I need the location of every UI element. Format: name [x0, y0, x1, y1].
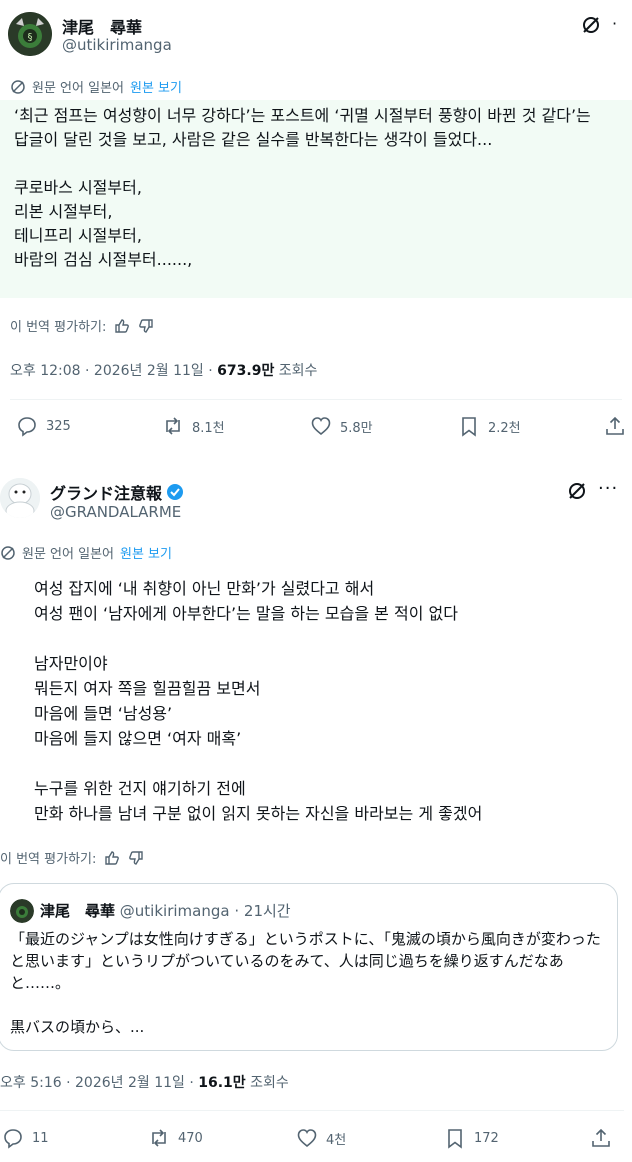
- reply-count: 11: [32, 1130, 49, 1146]
- views-label: 조회수: [245, 1075, 289, 1091]
- bookmark-count: 2.2천: [488, 420, 521, 436]
- thumbs-up-icon[interactable]: [104, 850, 120, 866]
- share-icon[interactable]: [604, 415, 626, 441]
- bookmark-icon: [462, 417, 476, 437]
- retweet-button[interactable]: 8.1천: [162, 415, 225, 437]
- timestamp[interactable]: 오후 5:16 · 2026년 2월 11일 ·: [0, 1075, 198, 1091]
- verified-badge-icon: [167, 484, 184, 500]
- like-count: 4천: [326, 1132, 347, 1148]
- views-label: 조회수: [274, 363, 318, 379]
- retweet-count: 470: [178, 1130, 203, 1146]
- grok-icon[interactable]: [580, 14, 602, 40]
- tweet-body: ‘최근 점프는 여성향이 너무 강하다’는 포스트에 ‘귀멸 시절부터 풍향이 …: [14, 106, 591, 269]
- rate-translation: 이 번역 평가하기:: [10, 316, 154, 335]
- thumbs-up-icon[interactable]: [114, 318, 130, 334]
- more-options-icon[interactable]: ···: [598, 478, 618, 499]
- retweet-count: 8.1천: [192, 420, 225, 436]
- view-original-link[interactable]: 원본 보기: [120, 543, 172, 562]
- translation-label: 원문 언어 일본어: [32, 81, 124, 96]
- retweet-button[interactable]: 470: [148, 1127, 203, 1149]
- quoted-author-handle: @utikirimanga: [119, 902, 230, 920]
- divider: [10, 399, 622, 400]
- author-name[interactable]: 津尾 尋華: [62, 14, 142, 38]
- svg-text:§: §: [28, 32, 33, 43]
- rate-translation-label: 이 번역 평가하기:: [0, 852, 97, 867]
- quoted-author-name: 津尾 尋華: [40, 902, 116, 920]
- translation-note: 원문 언어 일본어 원본 보기: [0, 543, 172, 562]
- share-icon[interactable]: [590, 1127, 612, 1153]
- author-name[interactable]: グランド注意報: [50, 480, 184, 504]
- translate-icon: [1, 545, 15, 560]
- reply-button[interactable]: 325: [16, 415, 71, 437]
- tweet-body: 여성 잡지에 ‘내 취향이 아닌 만화’가 실렸다고 해서 여성 팬이 ‘남자에…: [34, 579, 483, 823]
- retweet-icon: [152, 1129, 166, 1147]
- bookmark-button[interactable]: 172: [444, 1127, 499, 1149]
- quoted-tweet-text: 「最近のジャンプは女性向けすぎる」というポストに、「鬼滅の頃から風向きが変わった…: [10, 930, 601, 1036]
- avatar[interactable]: [0, 478, 40, 518]
- author-name-text[interactable]: グランド注意報: [50, 480, 162, 504]
- like-count: 5.8만: [340, 420, 373, 436]
- quoted-time: · 21시간: [234, 902, 291, 920]
- reply-icon: [18, 417, 36, 437]
- more-options-icon[interactable]: ·: [612, 14, 617, 33]
- view-count: 673.9만: [217, 363, 275, 379]
- rate-translation-label: 이 번역 평가하기:: [10, 320, 107, 335]
- avatar: [10, 899, 34, 923]
- tweet-meta: 오후 12:08 · 2026년 2월 11일 · 673.9만 조회수: [10, 360, 317, 380]
- translation-note: 원문 언어 일본어 원본 보기: [10, 77, 182, 96]
- thumbs-down-icon[interactable]: [138, 318, 154, 334]
- translation-label: 원문 언어 일본어: [22, 547, 114, 562]
- author-handle[interactable]: @utikirimanga: [62, 36, 172, 54]
- heart-icon: [297, 1129, 317, 1148]
- bookmark-count: 172: [474, 1130, 499, 1146]
- heart-icon: [311, 417, 331, 436]
- reply-icon: [4, 1129, 22, 1149]
- view-original-link[interactable]: 원본 보기: [130, 77, 182, 96]
- reply-count: 325: [46, 418, 71, 434]
- like-button[interactable]: 4천: [296, 1127, 346, 1149]
- bookmark-button[interactable]: 2.2천: [458, 415, 521, 437]
- divider: [0, 1110, 624, 1111]
- timestamp[interactable]: 오후 12:08 · 2026년 2월 11일 ·: [10, 363, 217, 379]
- author-handle[interactable]: @GRANDALARME: [50, 503, 181, 521]
- translate-icon: [11, 79, 25, 94]
- avatar[interactable]: §: [8, 12, 52, 56]
- reply-button[interactable]: 11: [2, 1127, 49, 1149]
- tweet-meta: 오후 5:16 · 2026년 2월 11일 · 16.1만 조회수: [0, 1072, 289, 1092]
- grok-icon[interactable]: [566, 480, 588, 506]
- like-button[interactable]: 5.8만: [310, 415, 373, 437]
- view-count: 16.1만: [198, 1075, 246, 1091]
- rate-translation: 이 번역 평가하기:: [0, 848, 144, 867]
- quoted-tweet-header: 津尾 尋華 @utikirimanga · 21시간: [40, 900, 291, 921]
- bookmark-icon: [448, 1129, 462, 1149]
- retweet-icon: [166, 417, 180, 435]
- thumbs-down-icon[interactable]: [128, 850, 144, 866]
